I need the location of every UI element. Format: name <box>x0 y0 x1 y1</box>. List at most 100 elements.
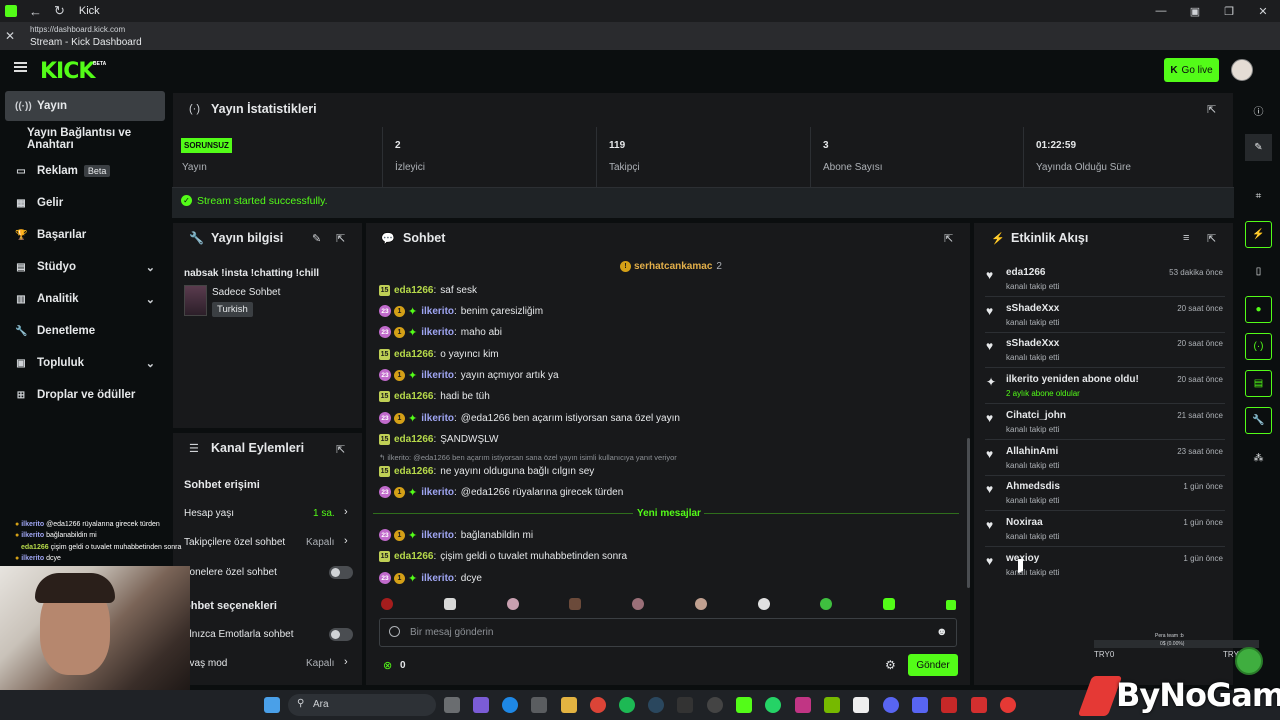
chat-username[interactable]: ilkerito <box>421 306 454 317</box>
windows-start-icon[interactable] <box>264 697 280 713</box>
chevron-right-icon[interactable]: › <box>344 535 348 547</box>
sidebar-item-reklam[interactable]: ▭ Reklam Beta <box>5 156 165 186</box>
emote-icon[interactable] <box>945 600 956 610</box>
opera-icon[interactable] <box>1000 697 1016 713</box>
emote-only-toggle[interactable] <box>329 628 353 641</box>
pinned-user[interactable]: ! serhatcankamac 2 <box>620 261 722 272</box>
chat-username[interactable]: ilkerito <box>421 487 454 498</box>
share-icon[interactable]: ⁂ <box>1245 445 1272 472</box>
store-icon[interactable] <box>531 697 547 713</box>
chevron-right-icon[interactable]: › <box>344 506 348 518</box>
emote-icon[interactable] <box>443 598 456 610</box>
chat-username[interactable]: eda1266 <box>394 349 433 360</box>
taskbar-search-input[interactable]: Ara <box>313 699 329 710</box>
app-icon[interactable] <box>941 697 957 713</box>
emoji-icon[interactable]: ☻ <box>936 626 948 638</box>
go-live-button[interactable]: K Go live <box>1164 58 1219 82</box>
scan-icon[interactable]: ⌗ <box>1245 183 1272 210</box>
instagram-icon[interactable] <box>795 697 811 713</box>
app-icon[interactable] <box>677 697 693 713</box>
avatar[interactable] <box>1231 59 1253 81</box>
taskbar-search[interactable] <box>288 694 436 716</box>
refresh-icon[interactable] <box>1235 647 1263 675</box>
chat-scrollbar[interactable] <box>967 438 970 588</box>
send-button[interactable]: Gönder <box>908 654 958 676</box>
sidebar-item-topluluk[interactable]: ▣ Topluluk ⌄ <box>5 348 165 378</box>
tag-badge[interactable]: Turkish <box>212 302 253 317</box>
category-name[interactable]: Sadece Sohbet <box>212 287 280 298</box>
emote-icon[interactable] <box>506 598 519 610</box>
popout-icon[interactable]: ⇱ <box>336 443 345 456</box>
emote-icon[interactable] <box>569 598 582 610</box>
whatsapp-icon[interactable] <box>765 697 781 713</box>
menu-icon[interactable] <box>14 62 27 72</box>
extension-icon[interactable]: ▣ <box>1178 5 1212 18</box>
filter-icon[interactable]: ≡ <box>1183 232 1189 244</box>
sidebar-item-denetleme[interactable]: 🔧 Denetleme <box>5 316 165 346</box>
popout-icon[interactable]: ⇱ <box>336 232 345 245</box>
chrome-icon[interactable] <box>590 697 606 713</box>
lightning-icon[interactable]: ⚡ <box>1245 221 1272 248</box>
gear-icon[interactable]: ⚙ <box>885 658 896 672</box>
url-text[interactable]: https://dashboard.kick.com <box>30 25 125 34</box>
activity-item[interactable]: ♥ AllahinAmi kanalı takip etti 23 saat önce <box>985 441 1225 476</box>
document-icon[interactable]: ▯ <box>1245 258 1272 285</box>
emote-icon[interactable] <box>694 598 707 610</box>
wrench-icon[interactable]: 🔧 <box>1245 407 1272 434</box>
activity-item[interactable]: ♥ Ahmedsdis kanalı takip etti 1 gün önce <box>985 476 1225 512</box>
edit-icon[interactable]: ✎ <box>1245 134 1272 161</box>
activity-item[interactable]: ✦ ilkerito yeniden abone oldu! 2 aylık abo… <box>985 369 1225 405</box>
sidebar-item-gelir[interactable]: ▦ Gelir <box>5 188 165 218</box>
activity-item[interactable]: ♥ sShadeXxx kanalı takip etti 20 saat önce <box>985 298 1225 333</box>
activity-item[interactable]: ♥ Noxiraa kanalı takip etti 1 gün önce <box>985 512 1225 547</box>
followers-only-value[interactable]: Kapalı <box>306 537 334 548</box>
popout-icon[interactable]: ⇱ <box>1207 232 1216 245</box>
subscribers-only-toggle[interactable] <box>329 566 353 579</box>
sidebar-item-basarilar[interactable]: 🏆 Başarılar <box>5 220 165 250</box>
app-icon[interactable] <box>971 697 987 713</box>
chat-username[interactable]: ilkerito <box>421 327 454 338</box>
popout-icon[interactable]: ⇱ <box>944 232 953 245</box>
emote-icon[interactable] <box>632 598 645 610</box>
account-age-value[interactable]: 1 sa. <box>313 508 335 519</box>
kick-logo[interactable]: KICK <box>40 59 95 84</box>
emote-icon[interactable] <box>883 598 896 610</box>
pinned-username[interactable]: serhatcankamac <box>634 261 712 272</box>
minimize-icon[interactable]: — <box>1144 5 1178 18</box>
back-icon[interactable]: ← <box>29 4 42 19</box>
close-window-icon[interactable]: ✕ <box>1246 5 1280 18</box>
widgets-icon[interactable] <box>473 697 489 713</box>
chat-username[interactable]: eda1266 <box>394 391 433 402</box>
chat-username[interactable]: eda1266 <box>394 434 433 445</box>
sidebar-item-droplar[interactable]: ⊞ Droplar ve ödüller <box>5 380 165 410</box>
layout-icon[interactable]: ▤ <box>1245 370 1272 397</box>
spotify-icon[interactable] <box>619 697 635 713</box>
sidebar-item-yayin[interactable]: ((·)) Yayın <box>5 91 165 121</box>
emote-icon[interactable] <box>757 598 770 610</box>
chat-username[interactable]: ilkerito <box>421 573 454 584</box>
sidebar-item-studyo[interactable]: ▤ Stüdyo ⌄ <box>5 252 165 282</box>
activity-item[interactable]: ♥ eda1266 kanalı takip etti 53 dakika önce <box>985 262 1225 297</box>
edit-icon[interactable]: ✎ <box>312 232 321 245</box>
sidebar-item-analitik[interactable]: ▥ Analitik ⌄ <box>5 284 165 314</box>
emote-icon[interactable] <box>820 598 833 610</box>
discord-icon[interactable] <box>912 697 928 713</box>
reload-icon[interactable]: ↻ <box>54 3 65 19</box>
chat-username[interactable]: eda1266 <box>394 285 433 296</box>
folder-icon[interactable] <box>561 697 577 713</box>
obs-icon[interactable] <box>707 697 723 713</box>
chat-username[interactable]: eda1266 <box>394 466 433 477</box>
activity-item[interactable]: ♥ sShadeXxx kanalı takip etti 20 saat önce <box>985 333 1225 369</box>
popout-icon[interactable]: ⇱ <box>1207 103 1216 116</box>
slow-mode-value[interactable]: Kapalı <box>306 658 334 669</box>
chat-bubble-icon[interactable]: ● <box>1245 296 1272 323</box>
info-icon[interactable]: ⓘ <box>1245 97 1272 124</box>
chat-username[interactable]: eda1266 <box>394 551 433 562</box>
steam-icon[interactable] <box>648 697 664 713</box>
chevron-right-icon[interactable]: › <box>344 656 348 668</box>
chat-username[interactable]: ilkerito <box>421 370 454 381</box>
app-icon[interactable] <box>883 697 899 713</box>
edge-icon[interactable] <box>502 697 518 713</box>
task-view-icon[interactable] <box>444 697 460 713</box>
activity-item[interactable]: ♥ Cihatci_john kanalı takip etti 21 saat ön… <box>985 405 1225 440</box>
